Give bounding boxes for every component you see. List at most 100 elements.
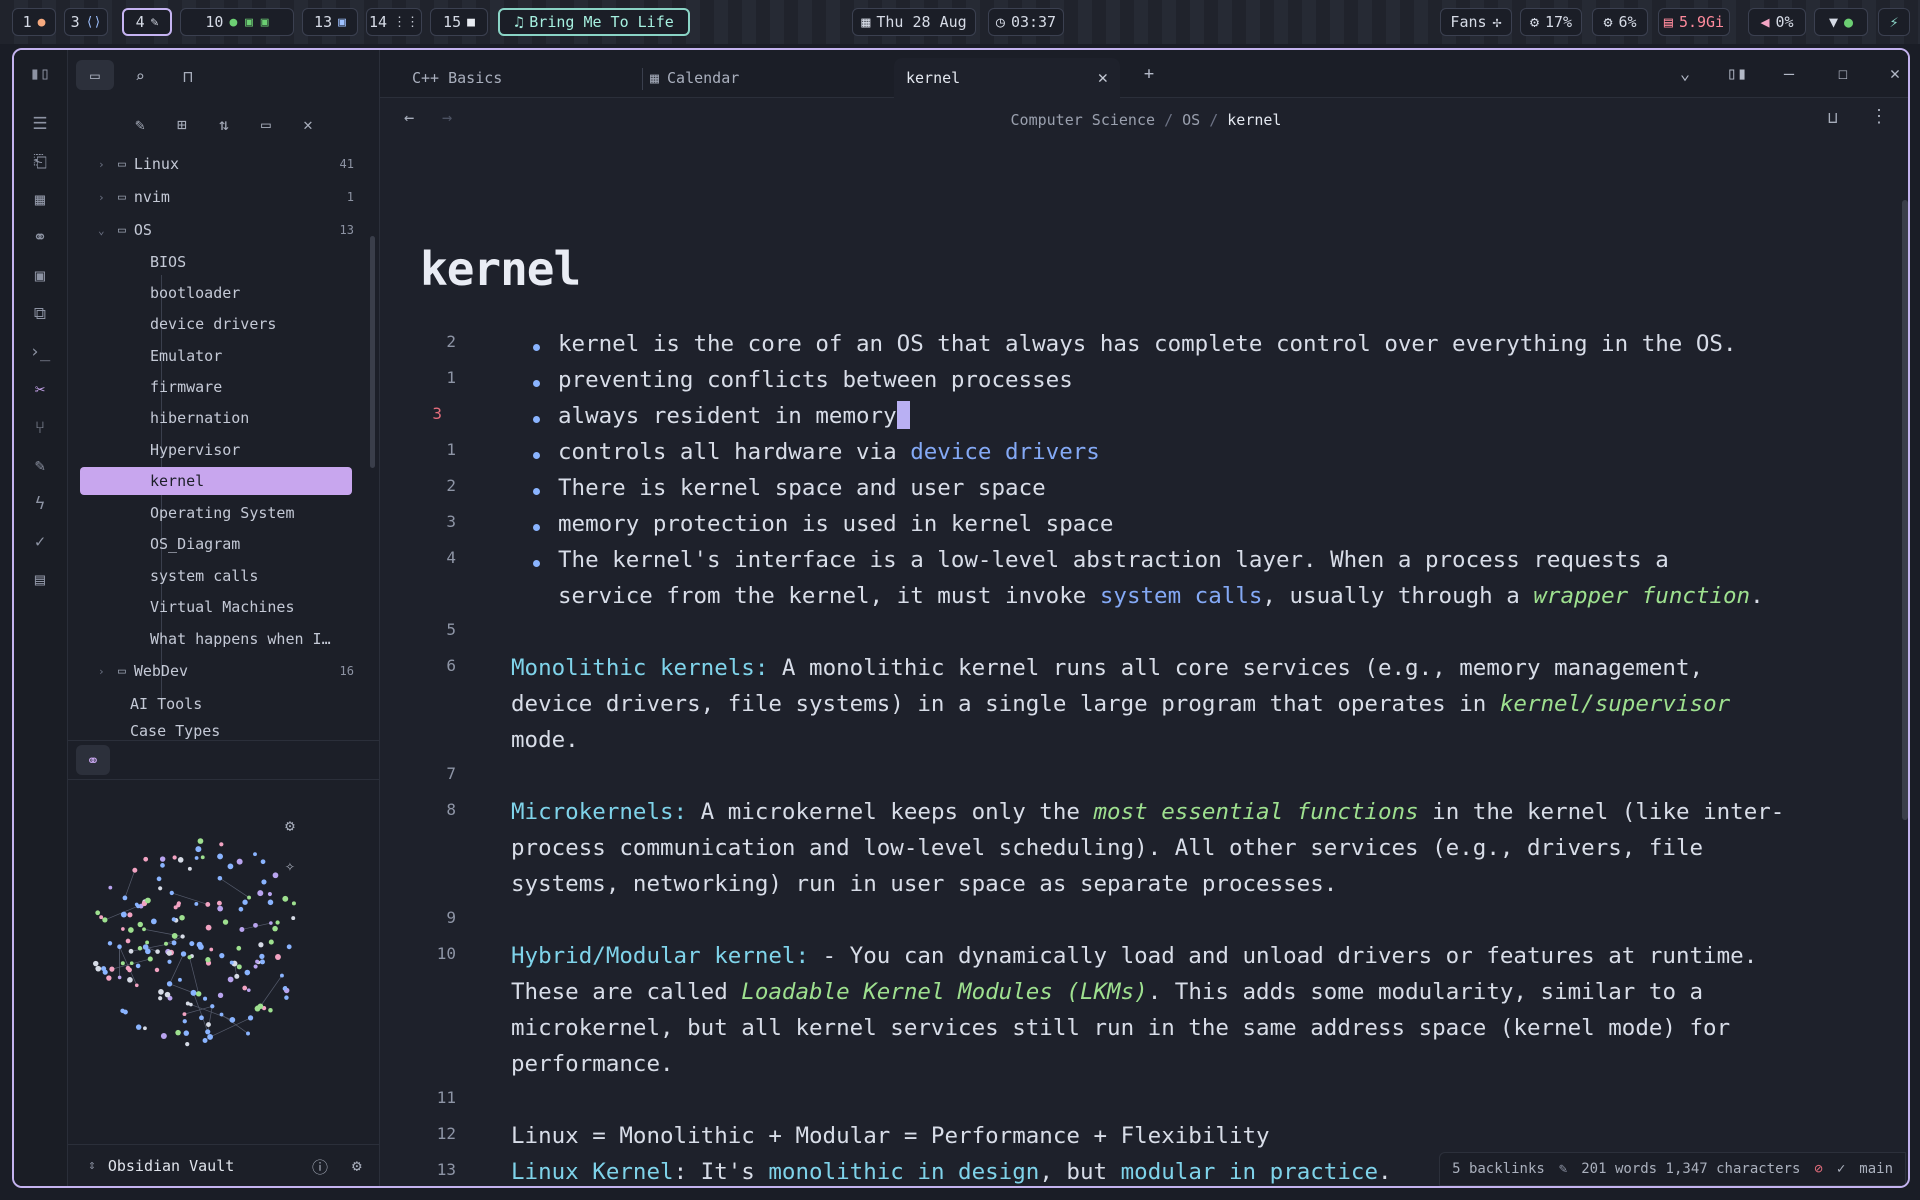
graph-node[interactable] xyxy=(107,941,113,946)
graph-node[interactable] xyxy=(166,981,173,987)
paragraph-monolithic[interactable]: Monolithic kernels: A monolithic kernel … xyxy=(511,650,1703,686)
graph-node[interactable] xyxy=(127,967,132,973)
graph-node[interactable] xyxy=(206,1022,211,1027)
file-operating-system[interactable]: Operating System xyxy=(150,499,368,527)
bullet-text[interactable]: kernel is the core of an OS that always … xyxy=(558,326,1737,362)
graph-node[interactable] xyxy=(291,901,296,906)
collapse-view-icon[interactable]: ▭ xyxy=(252,110,280,138)
folder-linux[interactable]: › ▭ Linux 41 xyxy=(98,150,368,178)
local-graph[interactable] xyxy=(88,827,308,1057)
graph-node[interactable] xyxy=(189,941,195,947)
bullet-text[interactable]: preventing conflicts between processes xyxy=(558,362,1073,398)
gear-icon[interactable]: ⚙ xyxy=(352,1156,362,1175)
graph-node[interactable] xyxy=(205,924,212,931)
schedule-icon[interactable]: ▤ xyxy=(28,568,52,592)
graph-node[interactable] xyxy=(109,966,115,972)
workspace-15[interactable]: 15 ■ xyxy=(430,8,488,36)
graph-icon[interactable]: ⚭ xyxy=(28,226,52,250)
file-case-types[interactable]: Case Types xyxy=(130,722,368,740)
graph-node[interactable] xyxy=(272,925,278,932)
graph-node[interactable] xyxy=(127,912,133,918)
graph-node[interactable] xyxy=(180,934,185,939)
tab-cpp-basics[interactable]: C++ Basics xyxy=(400,60,610,96)
bullet-text[interactable]: controls all hardware via device drivers xyxy=(558,434,1100,470)
now-playing[interactable]: ♫ Bring Me To Life xyxy=(498,8,690,36)
file-device-drivers[interactable]: device drivers xyxy=(150,310,368,338)
graph-node[interactable] xyxy=(219,953,225,959)
split-view-icon[interactable]: ▯▮ xyxy=(1724,62,1750,86)
help-icon[interactable]: ⓘ xyxy=(312,1154,328,1178)
graph-node[interactable] xyxy=(244,969,251,976)
graph-node[interactable] xyxy=(137,946,143,951)
search-icon[interactable]: ⌕ xyxy=(126,62,154,90)
graph-node[interactable] xyxy=(190,989,197,996)
workspace-13[interactable]: 13 ▣ xyxy=(302,8,358,36)
bullet-text[interactable]: memory protection is used in kernel spac… xyxy=(558,506,1113,542)
graph-node[interactable] xyxy=(217,875,223,881)
graph-node[interactable] xyxy=(150,918,157,925)
graph-node[interactable] xyxy=(219,1012,224,1017)
graph-node[interactable] xyxy=(261,879,267,885)
graph-node[interactable] xyxy=(202,1037,208,1043)
brush-icon[interactable]: ✎ xyxy=(28,454,52,478)
graph-node[interactable] xyxy=(102,969,108,975)
graph-node[interactable] xyxy=(267,899,274,906)
sidebar-scrollbar[interactable] xyxy=(370,236,375,468)
graph-node[interactable] xyxy=(120,961,125,966)
graph-node[interactable] xyxy=(238,906,244,912)
graph-view-icon[interactable]: ⚭ xyxy=(76,745,110,775)
graph-node[interactable] xyxy=(229,960,234,965)
folder-nvim[interactable]: › ▭ nvim 1 xyxy=(98,183,368,211)
sort-icon[interactable]: ⇅ xyxy=(210,110,238,138)
graph-node[interactable] xyxy=(291,916,296,921)
graph-node[interactable] xyxy=(259,953,265,959)
graph-node[interactable] xyxy=(177,857,184,863)
maximize-icon[interactable]: ☐ xyxy=(1830,62,1856,86)
graph-node[interactable] xyxy=(217,853,223,860)
close-icon[interactable]: ✕ xyxy=(1098,68,1108,88)
clipboard-icon[interactable]: ✓ xyxy=(28,530,52,554)
graph-node[interactable] xyxy=(171,940,177,946)
graph-node[interactable] xyxy=(171,917,176,922)
backlinks-count[interactable]: 5 backlinks xyxy=(1452,1161,1545,1177)
graph-node[interactable] xyxy=(205,902,211,907)
paragraph-hybrid-line[interactable]: performance. xyxy=(511,1046,674,1082)
graph-node[interactable] xyxy=(197,838,204,844)
file-bios[interactable]: BIOS xyxy=(150,248,368,276)
graph-node[interactable] xyxy=(175,1029,181,1036)
graph-node[interactable] xyxy=(164,941,169,946)
bookmark-icon[interactable]: ⊓ xyxy=(174,62,202,90)
graph-node[interactable] xyxy=(257,890,264,897)
graph-node[interactable] xyxy=(164,991,171,998)
graph-node[interactable] xyxy=(239,926,245,932)
graph-node[interactable] xyxy=(255,1005,260,1009)
paragraph-hybrid-line[interactable]: microkernel, but all kernel services sti… xyxy=(511,1010,1730,1046)
graph-node[interactable] xyxy=(102,917,108,923)
graph-node[interactable] xyxy=(236,858,243,865)
collapse-all-icon[interactable]: ✕ xyxy=(294,110,322,138)
graph-node[interactable] xyxy=(128,948,134,954)
graph-node[interactable] xyxy=(286,944,292,950)
power-widget[interactable]: ⚡ xyxy=(1878,8,1910,36)
graph-node[interactable] xyxy=(185,1001,190,1006)
graph-node[interactable] xyxy=(117,975,122,980)
chevron-down-icon[interactable]: ⌄ xyxy=(1672,62,1698,86)
graph-node[interactable] xyxy=(93,960,99,967)
graph-node[interactable] xyxy=(95,965,102,972)
graph-node[interactable] xyxy=(282,895,289,902)
graph-node[interactable] xyxy=(203,996,208,1001)
folder-webdev[interactable]: › ▭ WebDev 16 xyxy=(98,657,368,685)
graph-node[interactable] xyxy=(275,954,281,960)
file-os-diagram[interactable]: OS_Diagram xyxy=(150,530,368,558)
graph-node[interactable] xyxy=(242,899,248,905)
file-kernel[interactable]: kernel xyxy=(80,467,352,495)
graph-node[interactable] xyxy=(242,985,248,991)
memory-widget[interactable]: ▤ 5.9Gi xyxy=(1658,8,1730,36)
file-bootloader[interactable]: bootloader xyxy=(150,279,368,307)
graph-node[interactable] xyxy=(159,856,166,862)
graph-node[interactable] xyxy=(142,927,146,932)
graph-node[interactable] xyxy=(183,1030,190,1036)
graph-node[interactable] xyxy=(194,856,199,860)
graph-node[interactable] xyxy=(253,964,258,969)
graph-node[interactable] xyxy=(127,977,133,983)
